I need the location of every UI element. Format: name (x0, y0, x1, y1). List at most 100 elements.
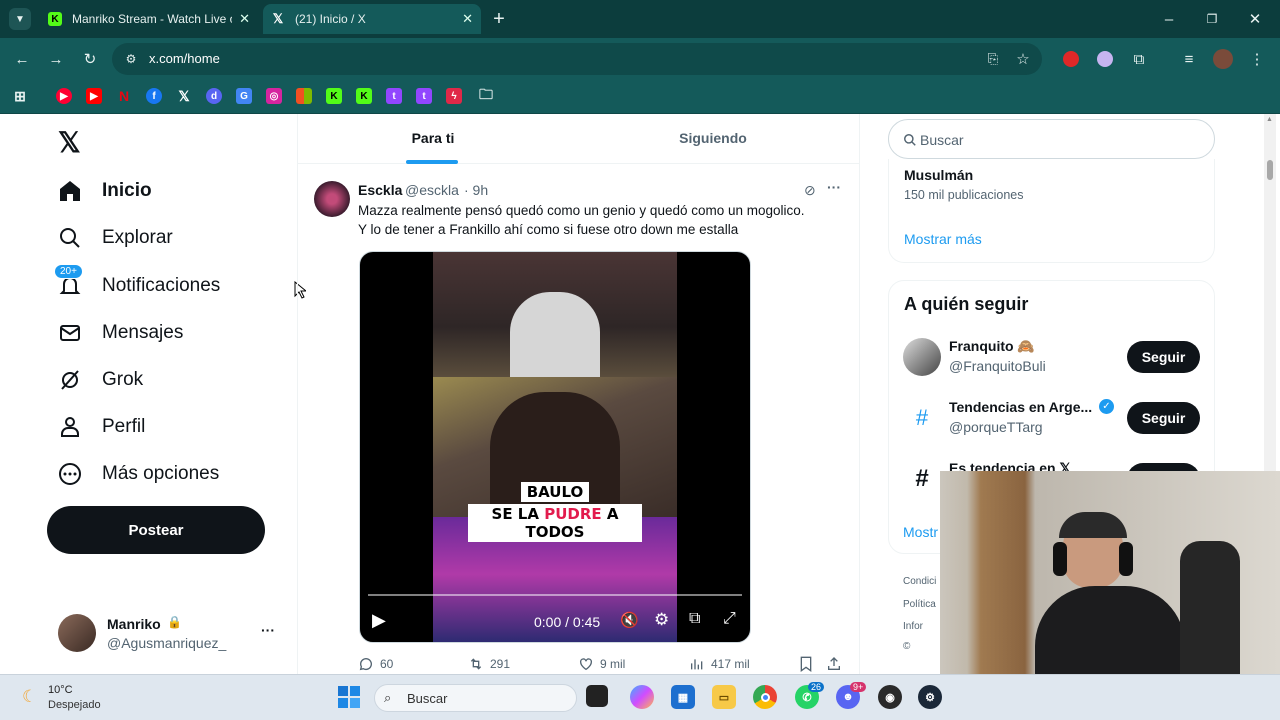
tweet-more-icon[interactable]: ··· (827, 179, 841, 195)
taskbar-search[interactable]: ⌕ Buscar (374, 684, 577, 712)
pip-icon[interactable]: ⧉ (689, 610, 700, 628)
scrollbar-thumb[interactable] (1267, 160, 1273, 180)
bookmark-twitch-icon[interactable]: t (386, 88, 402, 104)
start-button-icon[interactable] (338, 686, 360, 708)
sidebar-item-grok[interactable]: Grok (58, 365, 143, 395)
like-button[interactable]: 9 mil (578, 656, 625, 672)
follow-button[interactable]: Seguir (1127, 402, 1200, 434)
bookmark-kick-icon[interactable]: K (326, 88, 342, 104)
minimize-button[interactable]: – (1158, 8, 1180, 30)
tab-x-inicio[interactable]: 𝕏 (21) Inicio / X ✕ (263, 4, 481, 34)
file-explorer-icon[interactable]: ▭ (712, 685, 736, 709)
weather-temp[interactable]: 10°C (48, 684, 73, 696)
hashtag-avatar-icon[interactable]: # (903, 399, 941, 437)
tab-siguiendo[interactable]: Siguiendo (578, 114, 848, 164)
sidebar-item-notificaciones[interactable]: 20+ Notificaciones (54, 264, 220, 301)
post-button[interactable]: Postear (47, 506, 265, 554)
tweet-video[interactable]: BAULO SE LA PUDRE A TODOS ▶ 0:00 / 0:45 … (359, 251, 751, 643)
bookmark-icon[interactable] (799, 656, 819, 672)
show-more-link[interactable]: Mostr (903, 524, 938, 540)
tweet-author[interactable]: Esckla (358, 182, 402, 198)
footer-link[interactable]: Infor (903, 621, 923, 632)
share-icon[interactable] (826, 656, 848, 672)
bookmark-netflix-icon[interactable]: N (116, 88, 132, 104)
back-icon[interactable]: ← (11, 48, 33, 70)
bookmark-star-icon[interactable]: ☆ (1012, 48, 1034, 70)
sidebar-item-mensajes[interactable]: Mensajes (58, 318, 183, 348)
video-progress-bar[interactable] (368, 594, 742, 596)
footer-link[interactable]: Condici (903, 576, 936, 587)
avatar[interactable] (314, 181, 350, 217)
follow-name[interactable]: Tendencias en Arge... (949, 399, 1092, 415)
sidebar-item-mas-opciones[interactable]: Más opciones (58, 459, 219, 489)
bookmark-kick-icon[interactable]: K (356, 88, 372, 104)
close-tab-icon[interactable]: ✕ (239, 11, 250, 27)
sidebar-item-explorar[interactable]: Explorar (58, 223, 173, 253)
apps-grid-icon[interactable]: ⊞ (12, 88, 28, 104)
close-window-button[interactable]: ✕ (1244, 8, 1266, 30)
sidebar-item-inicio[interactable]: Inicio (58, 176, 152, 206)
obs-icon[interactable]: ◉ (878, 685, 902, 709)
hashtag-avatar-icon[interactable]: # (903, 460, 941, 498)
steam-icon[interactable]: ⚙ (918, 685, 942, 709)
sidebar-item-perfil[interactable]: Perfil (58, 412, 145, 442)
site-info-icon[interactable]: ⚙ (120, 48, 142, 70)
profile-avatar-icon[interactable] (1212, 48, 1234, 70)
follow-handle[interactable]: @FranquitoBuli (949, 358, 1046, 374)
task-view-icon[interactable] (586, 685, 608, 707)
close-tab-icon[interactable]: ✕ (462, 11, 473, 27)
tweet[interactable]: Esckla @esckla · 9h ⊘ ··· Mazza realment… (298, 165, 859, 674)
bookmark-music-icon[interactable]: ▶ (56, 88, 72, 104)
mute-icon[interactable]: 🔇 (620, 611, 639, 629)
follow-handle[interactable]: @porqueTTarg (949, 419, 1043, 435)
weather-desc[interactable]: Despejado (48, 699, 101, 711)
bookmark-youtube-icon[interactable]: ▶ (86, 88, 102, 104)
bookmark-facebook-icon[interactable]: f (146, 88, 162, 104)
bookmark-folder-icon[interactable]: 🗀 (478, 86, 494, 104)
account-switcher[interactable]: Manriko 🔒 @Agusmanriquez_ ··· (58, 614, 280, 654)
bookmark-twitch-icon[interactable]: t (416, 88, 432, 104)
tab-para-ti[interactable]: Para ti (298, 114, 568, 164)
browser-menu-icon[interactable]: ⋮ (1246, 48, 1268, 70)
settings-icon[interactable]: ⚙ (654, 610, 669, 630)
address-bar[interactable]: ⚙ x.com/home ⎘ ☆ (112, 43, 1042, 75)
search-input[interactable]: Buscar (888, 119, 1215, 159)
maximize-button[interactable]: ❐ (1201, 8, 1223, 30)
bookmark-translate-icon[interactable]: G (236, 88, 252, 104)
bookmark-discord-icon[interactable]: d (206, 88, 222, 104)
account-more-icon[interactable]: ··· (261, 622, 275, 638)
bookmark-x-icon[interactable]: 𝕏 (176, 88, 192, 104)
tab-search-dropdown-icon[interactable]: ▼ (9, 8, 31, 30)
extensions-puzzle-icon[interactable]: ⧉ (1128, 48, 1150, 70)
tab-manriko-stream[interactable]: K Manriko Stream - Watch Live or ✕ (40, 4, 258, 34)
play-icon[interactable]: ▶ (372, 610, 386, 631)
reload-icon[interactable]: ↻ (79, 48, 101, 70)
follow-name[interactable]: Franquito 🙈 (949, 338, 1035, 355)
bookmark-bolt-icon[interactable]: ϟ (446, 88, 462, 104)
forward-icon[interactable]: → (45, 48, 67, 70)
retweet-button[interactable]: 291 (468, 656, 510, 672)
install-app-icon[interactable]: ⎘ (982, 48, 1004, 70)
views-button[interactable]: 417 mil (689, 656, 750, 672)
weather-icon[interactable]: ☾ (22, 687, 37, 707)
x-logo-icon[interactable]: 𝕏 (58, 126, 81, 159)
tweet-time[interactable]: · 9h (464, 182, 488, 198)
follow-button[interactable]: Seguir (1127, 341, 1200, 373)
tweet-handle[interactable]: @esckla (405, 182, 459, 198)
footer-link[interactable]: Política (903, 599, 936, 610)
fullscreen-icon[interactable]: ⤢ (723, 610, 736, 628)
trend-name[interactable]: Musulmán (904, 167, 973, 183)
extension-icon[interactable] (1094, 48, 1116, 70)
copilot-icon[interactable] (630, 685, 654, 709)
bookmark-microsoft-icon[interactable] (296, 88, 312, 104)
footer-link[interactable]: © (903, 641, 910, 652)
chrome-icon[interactable] (753, 685, 777, 709)
grok-icon[interactable]: ⊘ (804, 182, 816, 199)
new-tab-button[interactable]: + (488, 8, 510, 30)
reply-button[interactable]: 60 (358, 656, 393, 672)
store-icon[interactable]: ▦ (671, 685, 695, 709)
adblock-extension-icon[interactable] (1060, 48, 1082, 70)
show-more-link[interactable]: Mostrar más (904, 231, 982, 247)
scrollbar-up-arrow[interactable]: ▲ (1266, 116, 1273, 123)
avatar[interactable] (903, 338, 941, 376)
